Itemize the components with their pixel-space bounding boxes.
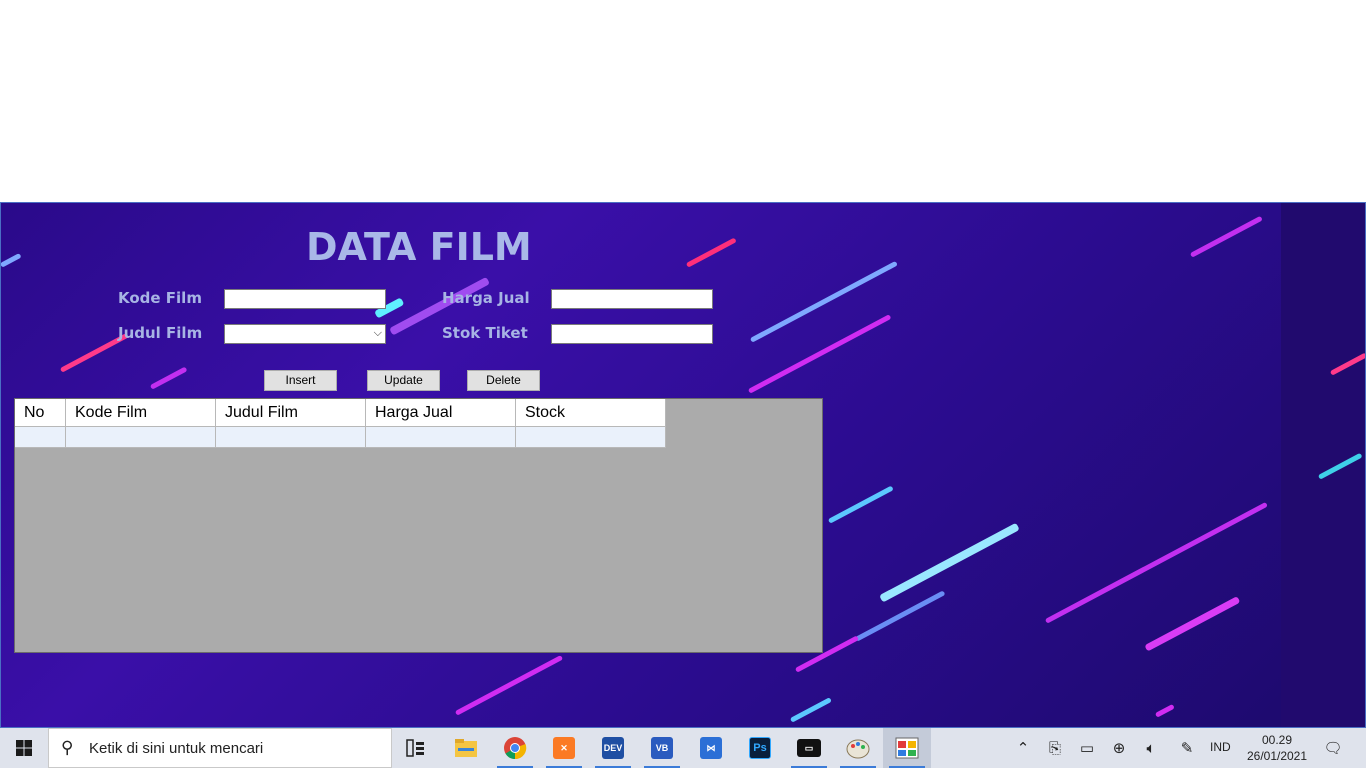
- delete-button[interactable]: Delete: [467, 370, 540, 391]
- paint-icon: [846, 739, 870, 759]
- devcpp-icon: DEV: [602, 737, 624, 759]
- chrome-button[interactable]: [491, 728, 539, 768]
- xampp-button[interactable]: ✕: [540, 728, 588, 768]
- form-background-edge: [1281, 203, 1365, 727]
- table-cell[interactable]: [15, 427, 66, 448]
- neon-line-decoration: [854, 590, 946, 642]
- chevron-down-icon: ⌵: [373, 326, 382, 339]
- kode-film-label: Kode Film: [118, 289, 202, 307]
- search-icon: ⚲: [61, 738, 74, 758]
- neon-line-decoration: [789, 697, 832, 723]
- harga-jual-input[interactable]: [551, 289, 713, 309]
- taskbar: ⚲ Ketik di sini untuk mencari ✕ DEV VB ⋈…: [0, 728, 1366, 768]
- harga-jual-label: Harga Jual: [442, 289, 530, 307]
- neon-line-decoration: [149, 366, 188, 390]
- volume-button[interactable]: 🔈︎: [1138, 728, 1164, 768]
- meet-now-button[interactable]: ⎘: [1042, 728, 1068, 768]
- command-prompt-button[interactable]: ▭: [785, 728, 833, 768]
- neon-line-decoration: [749, 260, 898, 343]
- task-view-button[interactable]: [392, 728, 440, 768]
- neon-line-decoration: [1154, 703, 1175, 718]
- visual-studio-installer-button[interactable]: ⋈: [687, 728, 735, 768]
- file-explorer-icon: [455, 739, 477, 757]
- show-hidden-icons-button[interactable]: ⌃: [1010, 728, 1036, 768]
- neon-line-decoration: [1189, 215, 1263, 258]
- command-prompt-icon: ▭: [797, 739, 821, 757]
- neon-line-decoration: [454, 654, 564, 716]
- language-indicator[interactable]: IND: [1210, 740, 1231, 754]
- clock-time: 00.29: [1261, 733, 1293, 747]
- page-title: DATA FILM: [306, 225, 532, 269]
- chevron-up-icon: ⌃: [1016, 739, 1030, 757]
- column-header-kode-film[interactable]: Kode Film: [66, 399, 216, 427]
- globe-icon: ⊕: [1112, 739, 1126, 757]
- grid-header-row: No Kode Film Judul Film Harga Jual Stock: [15, 399, 666, 427]
- data-film-form: DATA FILM Kode Film Judul Film ⌵ Harga J…: [0, 202, 1366, 728]
- paint-button[interactable]: [834, 728, 882, 768]
- insert-button[interactable]: Insert: [264, 370, 337, 391]
- start-button[interactable]: [0, 728, 48, 768]
- photoshop-button[interactable]: Ps: [736, 728, 784, 768]
- pen-icon: ✎: [1180, 739, 1194, 757]
- neon-line-decoration: [1, 252, 22, 268]
- table-cell[interactable]: [516, 427, 666, 448]
- table-row[interactable]: [15, 427, 666, 448]
- camera-icon: ⎘: [1048, 739, 1061, 757]
- action-center-button[interactable]: 🗨︎: [1320, 728, 1346, 768]
- running-form-app-icon: [895, 737, 919, 759]
- devcpp-button[interactable]: DEV: [589, 728, 637, 768]
- judul-film-label: Judul Film: [118, 324, 203, 342]
- update-button[interactable]: Update: [367, 370, 440, 391]
- windows-logo-icon: [16, 740, 32, 756]
- battery-icon: ▭: [1079, 739, 1095, 757]
- search-placeholder: Ketik di sini untuk mencari: [89, 740, 264, 757]
- chrome-icon: [504, 737, 527, 760]
- clock-date: 26/01/2021: [1246, 749, 1308, 763]
- battery-button[interactable]: ▭: [1074, 728, 1100, 768]
- column-header-harga-jual[interactable]: Harga Jual: [366, 399, 516, 427]
- column-header-judul-film[interactable]: Judul Film: [216, 399, 366, 427]
- stok-tiket-label: Stok Tiket: [442, 324, 528, 342]
- network-button[interactable]: ⊕: [1106, 728, 1132, 768]
- table-cell[interactable]: [366, 427, 516, 448]
- column-header-no[interactable]: No: [15, 399, 66, 427]
- visual-studio-installer-icon: ⋈: [700, 737, 722, 759]
- column-header-stock[interactable]: Stock: [516, 399, 666, 427]
- film-data-grid[interactable]: No Kode Film Judul Film Harga Jual Stock: [14, 398, 823, 653]
- xampp-icon: ✕: [553, 737, 575, 759]
- neon-line-decoration: [685, 237, 737, 268]
- file-explorer-button[interactable]: [442, 728, 490, 768]
- table-cell[interactable]: [216, 427, 366, 448]
- task-view-icon: [406, 739, 424, 757]
- table-cell[interactable]: [66, 427, 216, 448]
- photoshop-icon: Ps: [749, 737, 771, 759]
- taskbar-search-box[interactable]: ⚲ Ketik di sini untuk mencari: [48, 728, 392, 768]
- kode-film-input[interactable]: [224, 289, 386, 309]
- judul-film-select[interactable]: ⌵: [224, 324, 386, 344]
- desktop-blank-area: [0, 0, 1366, 202]
- running-form-app-button[interactable]: [883, 728, 931, 768]
- notification-icon: 🗨︎: [1323, 739, 1343, 757]
- visual-basic-button[interactable]: VB: [638, 728, 686, 768]
- visual-basic-icon: VB: [651, 737, 673, 759]
- neon-line-decoration: [1144, 596, 1241, 652]
- neon-line-decoration: [827, 485, 894, 524]
- clock[interactable]: 00.29 26/01/2021: [1244, 732, 1310, 764]
- stok-tiket-input[interactable]: [551, 324, 713, 344]
- pen-workspace-button[interactable]: ✎: [1174, 728, 1200, 768]
- speaker-icon: 🔈︎: [1146, 739, 1156, 757]
- neon-line-decoration: [879, 522, 1020, 603]
- neon-line-decoration: [747, 314, 892, 394]
